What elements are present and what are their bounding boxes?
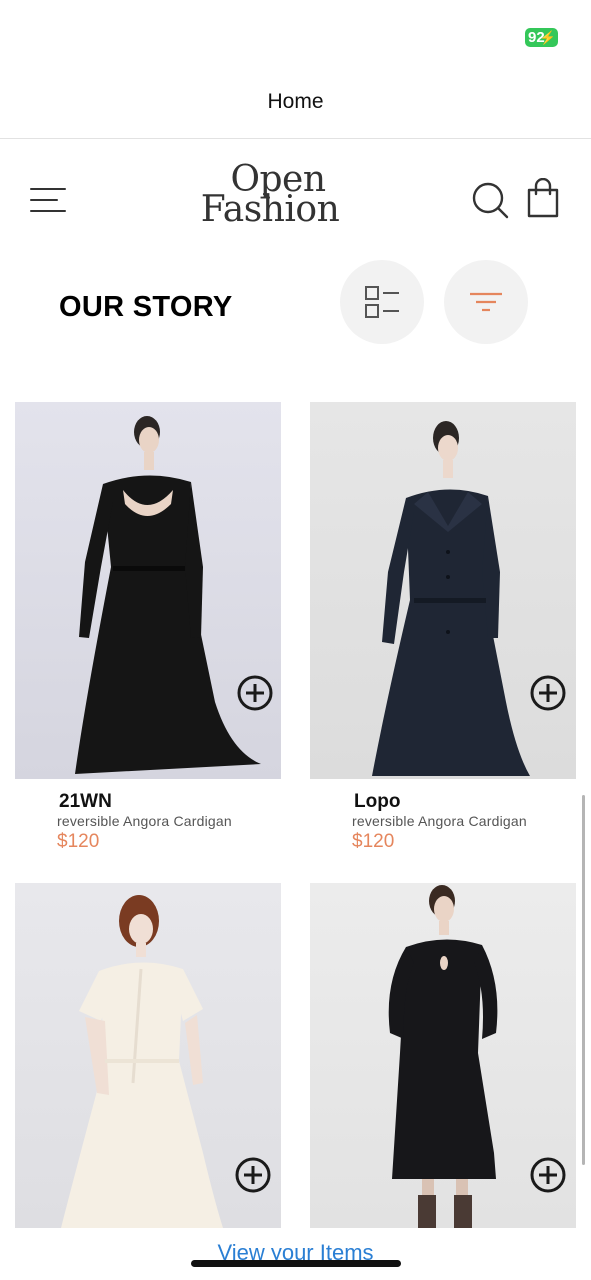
scrollbar[interactable] — [582, 795, 585, 1165]
hamburger-menu-icon — [30, 199, 58, 201]
home-indicator[interactable] — [191, 1260, 401, 1267]
section-title: OUR STORY — [59, 291, 233, 323]
nav-title: Home — [267, 90, 324, 113]
search-button[interactable] — [470, 180, 510, 220]
product-card[interactable]: 21WN reversible Angora Cardigan $120 — [15, 402, 281, 862]
product-description: reversible Angora Cardigan — [57, 813, 232, 829]
product-price: $120 — [57, 831, 100, 852]
brand-logo[interactable]: Open Fashion — [190, 162, 350, 237]
search-icon — [472, 182, 509, 219]
filter-button[interactable] — [444, 260, 528, 344]
list-view-button[interactable] — [340, 260, 424, 344]
product-card[interactable]: Lopo reversible Angora Cardigan $120 — [310, 402, 576, 862]
add-circle-icon — [530, 1157, 566, 1193]
nav-divider — [0, 138, 591, 139]
product-card[interactable] — [310, 883, 576, 1228]
product-name: 21WN — [59, 791, 112, 812]
dress-photo — [75, 416, 261, 774]
filter-icon — [470, 292, 502, 312]
logo-line-2: Fashion — [200, 189, 340, 230]
add-to-cart-button[interactable] — [529, 1156, 567, 1194]
charging-bolt-icon: ⚡ — [539, 30, 556, 45]
product-card[interactable] — [15, 883, 281, 1228]
status-bar: 92 ⚡ — [0, 0, 591, 76]
product-price: $120 — [352, 831, 395, 852]
add-circle-icon — [237, 675, 273, 711]
add-circle-icon — [530, 675, 566, 711]
hamburger-menu-icon — [30, 210, 66, 212]
product-image[interactable] — [310, 402, 576, 779]
add-circle-icon — [235, 1157, 271, 1193]
add-to-cart-button[interactable] — [234, 1156, 272, 1194]
dress-photo — [372, 421, 530, 776]
add-to-cart-button[interactable] — [529, 674, 567, 712]
shopping-bag-icon — [527, 177, 559, 218]
product-description: reversible Angora Cardigan — [352, 813, 527, 829]
menu-button[interactable] — [26, 182, 72, 218]
battery-indicator: 92 ⚡ — [525, 28, 558, 47]
cart-button[interactable] — [524, 177, 562, 220]
add-to-cart-button[interactable] — [236, 674, 274, 712]
list-view-icon — [365, 286, 399, 318]
product-name: Lopo — [354, 791, 401, 812]
hamburger-menu-icon — [30, 188, 66, 190]
product-image[interactable] — [15, 402, 281, 779]
